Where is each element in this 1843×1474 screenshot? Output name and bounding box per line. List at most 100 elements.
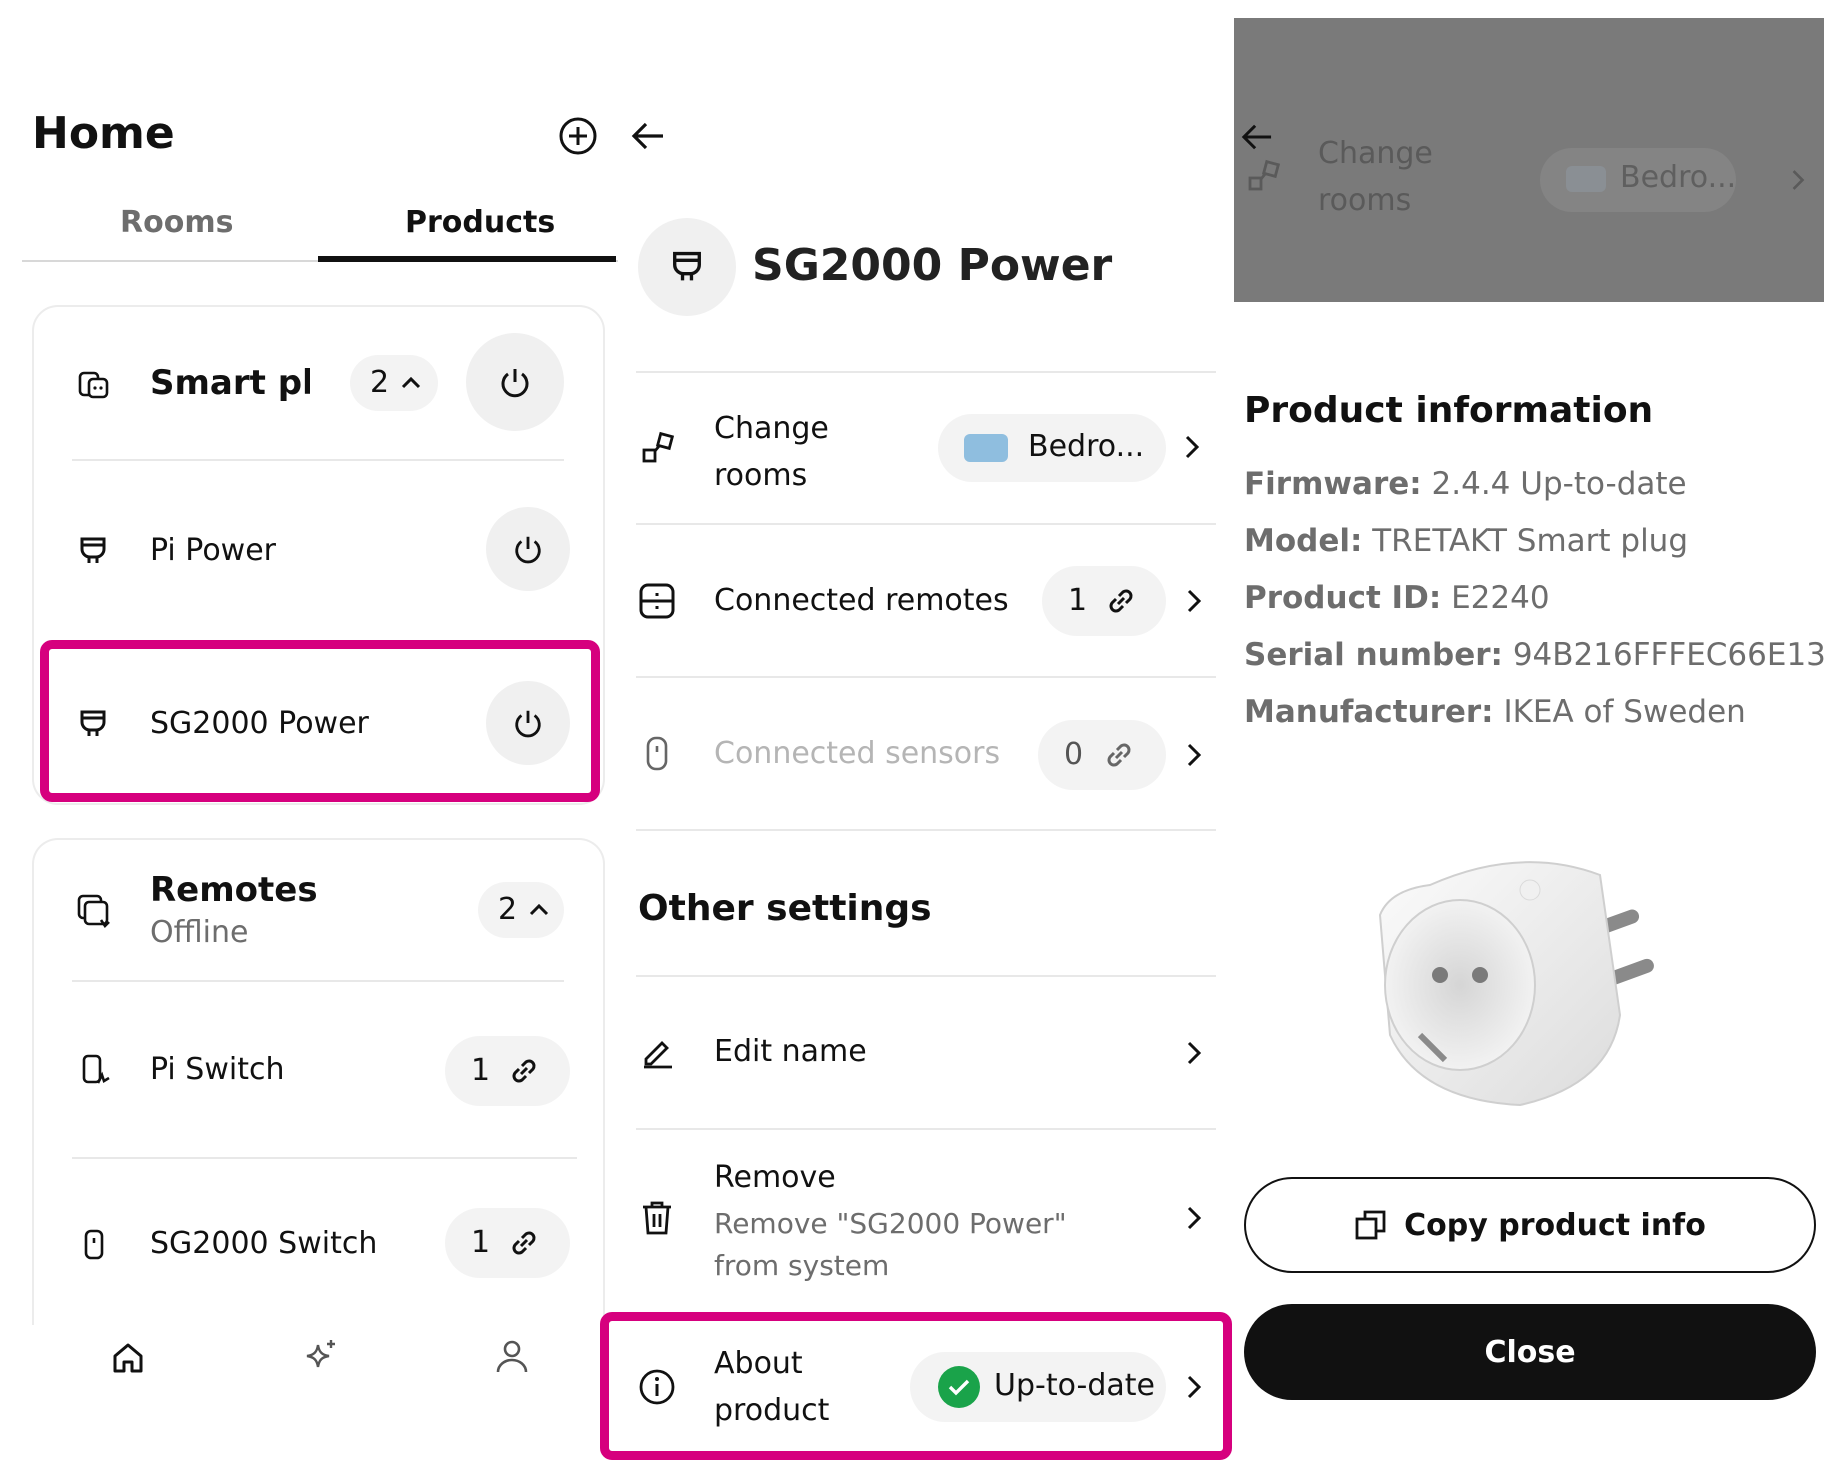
back-arrow-icon[interactable] [630,120,666,152]
divider [636,523,1216,525]
info-value: E2240 [1451,580,1550,616]
info-row-firmware: Firmware: 2.4.4 Up-to-date [1244,466,1687,502]
info-row-product-id: Product ID: E2240 [1244,580,1550,616]
tab-products[interactable]: Products [405,205,555,240]
pi-power-power-button[interactable] [486,507,570,591]
connected-sensors-count[interactable]: 0 [1038,720,1166,790]
chevron-up-icon [528,900,550,918]
chevron-right-icon [1185,1205,1203,1231]
remote-panel-icon [638,582,676,620]
chevron-right-icon [1790,168,1806,192]
sparkle-icon[interactable] [300,1337,340,1377]
info-row-manufacturer: Manufacturer: IKEA of Sweden [1244,694,1746,730]
modal-backdrop[interactable]: Change rooms Bedro... [1234,18,1824,302]
divider [72,1157,577,1159]
link-icon [1104,584,1138,618]
back-arrow-icon [1240,122,1274,152]
divider [72,980,564,982]
connected-remotes-count[interactable]: 1 [1042,566,1166,636]
change-rooms-label: Change rooms [714,411,829,493]
smart-plugs-count-toggle[interactable]: 2 [350,355,438,411]
overlay-change-rooms: Change rooms [1318,136,1433,218]
profile-icon[interactable] [494,1338,530,1376]
rooms-icon [1246,158,1282,194]
room-selector[interactable]: Bedro... [938,414,1166,482]
connected-sensors-label: Connected sensors [714,736,1001,771]
product-avatar [638,218,736,316]
link-count: 1 [471,1225,491,1260]
pi-switch-links-button[interactable]: 1 [445,1036,570,1106]
smart-plugs-title: Smart plu [150,363,310,403]
chevron-right-icon [1185,588,1203,614]
info-value: TRETAKT Smart plug [1372,523,1689,559]
remote-switch-icon [80,1053,114,1091]
page-title: Home [32,108,175,159]
power-icon [512,533,544,565]
highlight-box [40,640,600,802]
remotes-count-toggle[interactable]: 2 [478,882,564,938]
product-title: SG2000 Power [752,240,1113,291]
remote-icon [83,1228,105,1262]
remote-group-icon [75,892,115,932]
tab-active-indicator [318,256,616,262]
chevron-up-icon [400,373,422,391]
chevron-right-icon [1185,1040,1203,1066]
trash-icon [640,1199,674,1237]
remove-title: Remove [714,1160,836,1195]
link-count: 1 [1068,583,1088,618]
rooms-icon [640,430,676,466]
connected-remotes-label: Connected remotes [714,583,1009,618]
add-icon[interactable] [558,116,598,156]
divider [636,1128,1216,1130]
copy-product-info-button[interactable]: Copy product info [1244,1177,1816,1273]
room-color-swatch [1566,166,1606,192]
chevron-right-icon [1185,742,1203,768]
remove-subtitle: Remove "SG2000 Power" from system [714,1207,1067,1282]
info-value: IKEA of Sweden [1503,694,1746,730]
divider [636,371,1216,373]
link-count: 0 [1064,737,1084,772]
overlay-room-pill: Bedro... [1540,148,1736,212]
list-item-label: Pi Switch [150,1052,285,1087]
product-info-title: Product information [1244,390,1654,431]
info-value: 2.4.4 Up-to-date [1431,466,1687,502]
smart-plugs-count: 2 [370,365,390,400]
chevron-right-icon [1183,434,1201,460]
info-row-serial: Serial number: 94B216FFFEC66E13 [1244,637,1826,673]
list-item-label: Pi Power [150,533,277,568]
plug-icon [78,534,108,568]
info-label: Serial number: [1244,637,1503,673]
info-row-model: Model: TRETAKT Smart plug [1244,523,1688,559]
remotes-status: Offline [150,915,249,950]
link-icon [1102,738,1136,772]
overlay-room-name: Bedro... [1620,160,1737,195]
smart-plug-group-icon [75,365,113,403]
home-icon[interactable] [110,1340,146,1376]
power-icon [498,365,532,399]
divider [72,459,564,461]
info-label: Firmware: [1244,466,1422,502]
link-icon [507,1054,541,1088]
edit-name-label: Edit name [714,1034,867,1069]
product-image [1370,845,1690,1125]
pencil-icon [640,1034,676,1070]
plug-icon [670,248,704,286]
sg2000-switch-links-button[interactable]: 1 [445,1208,570,1278]
other-settings-heading: Other settings [638,888,932,929]
link-icon [507,1226,541,1260]
info-label: Product ID: [1244,580,1442,616]
divider [636,975,1216,977]
highlight-box [600,1312,1232,1460]
copy-button-label: Copy product info [1404,1207,1706,1243]
info-label: Manufacturer: [1244,694,1494,730]
smart-plugs-power-button[interactable] [466,333,564,431]
list-item-label: SG2000 Switch [150,1226,378,1261]
sensor-icon [645,735,669,773]
remotes-title: Remotes [150,870,318,910]
info-label: Model: [1244,523,1363,559]
divider [636,676,1216,678]
divider [636,829,1216,831]
close-button[interactable]: Close [1244,1304,1816,1400]
remotes-count: 2 [498,892,518,927]
tab-rooms[interactable]: Rooms [120,205,233,240]
